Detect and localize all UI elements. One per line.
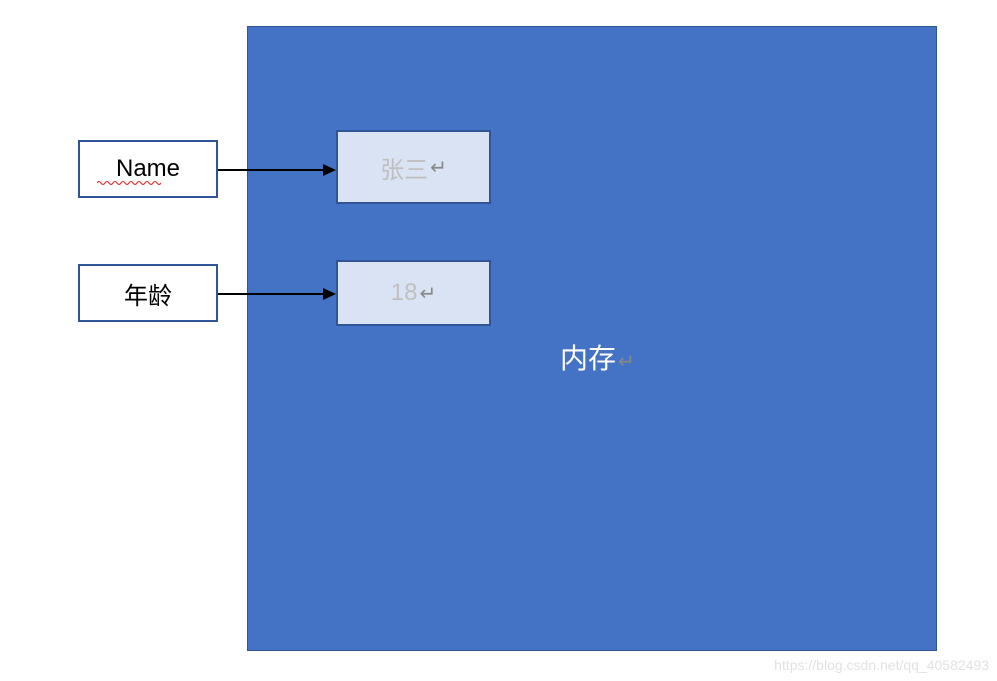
- return-icon: ↵: [430, 155, 447, 180]
- age-label-text: 年龄: [124, 276, 172, 311]
- spellcheck-underline-icon: [97, 180, 161, 186]
- memory-title-text: 内存: [560, 343, 616, 374]
- return-icon: ↵: [618, 351, 635, 373]
- memory-title: 内存↵: [560, 337, 635, 377]
- arrow-name-to-value: [218, 160, 338, 180]
- age-variable-label: 年龄: [78, 264, 218, 322]
- name-label-text: Name: [116, 155, 180, 183]
- name-value-box: 张三 ↵: [336, 130, 491, 204]
- age-value-box: 18 ↵: [336, 260, 491, 326]
- name-value-text: 张三: [380, 150, 428, 185]
- return-icon: ↵: [419, 281, 436, 306]
- arrow-age-to-value: [218, 284, 338, 304]
- watermark-text: https://blog.csdn.net/qq_40582493: [774, 657, 989, 673]
- name-variable-label: Name: [78, 140, 218, 198]
- age-value-text: 18: [391, 279, 418, 307]
